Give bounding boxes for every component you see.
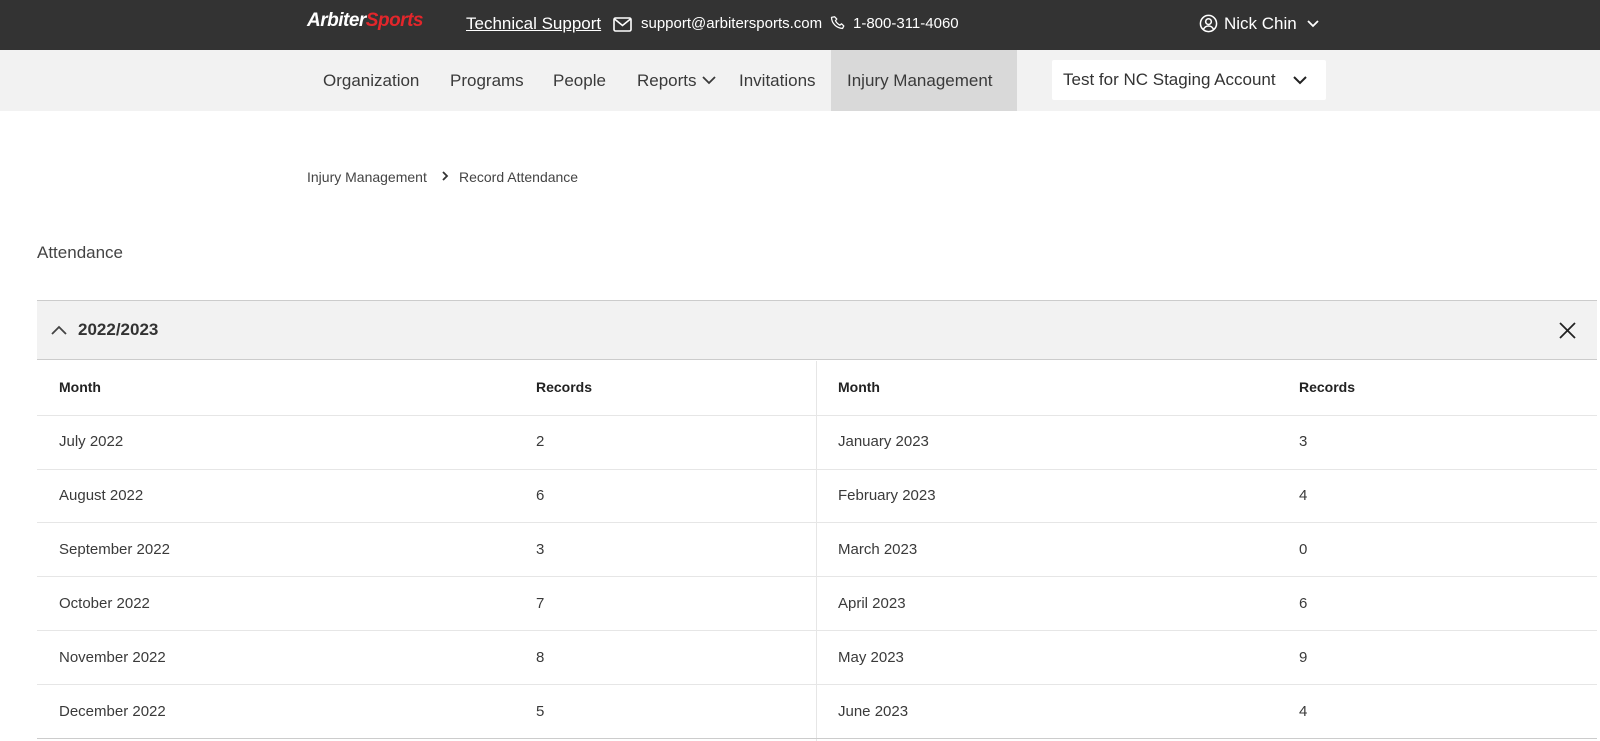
page-title: Attendance [37,243,124,262]
season-label: 2022/2023 [78,320,159,339]
table-bottom-border [37,738,1597,739]
month-cell: September 2022 [59,541,170,558]
user-circle-icon[interactable] [1199,14,1218,33]
records-cell: 3 [1299,433,1308,450]
records-cell: 6 [1299,595,1308,612]
arbiter-sports-logo[interactable]: ArbiterSports [307,10,423,32]
records-cell: 4 [1299,703,1308,720]
month-cell: March 2023 [838,541,918,558]
row-divider [37,630,1597,631]
nav-injury-management[interactable]: Injury Management [831,50,1017,111]
phone-icon [830,16,845,30]
row-divider [37,522,1597,523]
records-cell: 3 [536,541,545,558]
logo-part-1: Arbiter [307,10,366,31]
nav-programs[interactable]: Programs [450,50,524,111]
row-divider [37,576,1597,577]
nav-organization[interactable]: Organization [323,50,419,111]
row-divider [37,684,1597,685]
main-nav: Organization Programs People Reports Inv… [0,50,1600,111]
records-cell: 6 [536,487,545,504]
breadcrumb-injury-management[interactable]: Injury Management [307,169,427,185]
column-header-records-2: Records [1299,379,1356,395]
technical-support-link[interactable]: Technical Support [466,14,601,34]
mail-icon [613,17,632,32]
chevron-down-icon [1293,76,1307,85]
month-cell: August 2022 [59,487,144,504]
month-cell: February 2023 [838,487,936,504]
month-cell: April 2023 [838,595,906,612]
nav-people[interactable]: People [553,50,606,111]
month-cell: July 2022 [59,433,124,450]
support-phone[interactable]: 1-800-311-4060 [853,15,959,32]
column-header-records: Records [536,379,593,395]
records-cell: 4 [1299,487,1308,504]
nav-invitations[interactable]: Invitations [739,50,816,111]
account-selector-value: Test for NC Staging Account [1063,70,1276,89]
season-panel-header[interactable]: 2022/2023 [37,300,1597,360]
records-cell: 9 [1299,649,1308,666]
records-cell: 7 [536,595,545,612]
breadcrumb-record-attendance: Record Attendance [459,169,579,185]
records-cell: 2 [536,433,545,450]
chevron-right-icon [442,171,449,181]
records-cell: 8 [536,649,545,666]
records-cell: 0 [1299,541,1308,558]
reports-chevron-down-icon[interactable] [701,72,717,88]
row-divider [37,469,1597,470]
close-icon[interactable] [1558,321,1577,340]
month-cell: June 2023 [838,703,909,720]
month-cell: January 2023 [838,433,929,450]
chevron-up-icon[interactable] [50,322,68,338]
month-cell: May 2023 [838,649,904,666]
records-cell: 5 [536,703,545,720]
nav-reports[interactable]: Reports [637,50,697,111]
row-divider [37,415,1597,416]
column-header-month-2: Month [838,379,880,395]
support-email[interactable]: support@arbitersports.com [641,15,822,32]
month-cell: December 2022 [59,703,166,720]
chevron-down-icon[interactable] [1306,18,1320,30]
user-name[interactable]: Nick Chin [1224,14,1297,34]
top-bar: ArbiterSports Technical Support support@… [0,0,1600,50]
logo-part-2: Sports [365,10,424,31]
month-cell: November 2022 [59,649,166,666]
account-selector[interactable]: Test for NC Staging Account [1052,60,1326,100]
month-cell: October 2022 [59,595,150,612]
column-header-month: Month [59,379,101,395]
